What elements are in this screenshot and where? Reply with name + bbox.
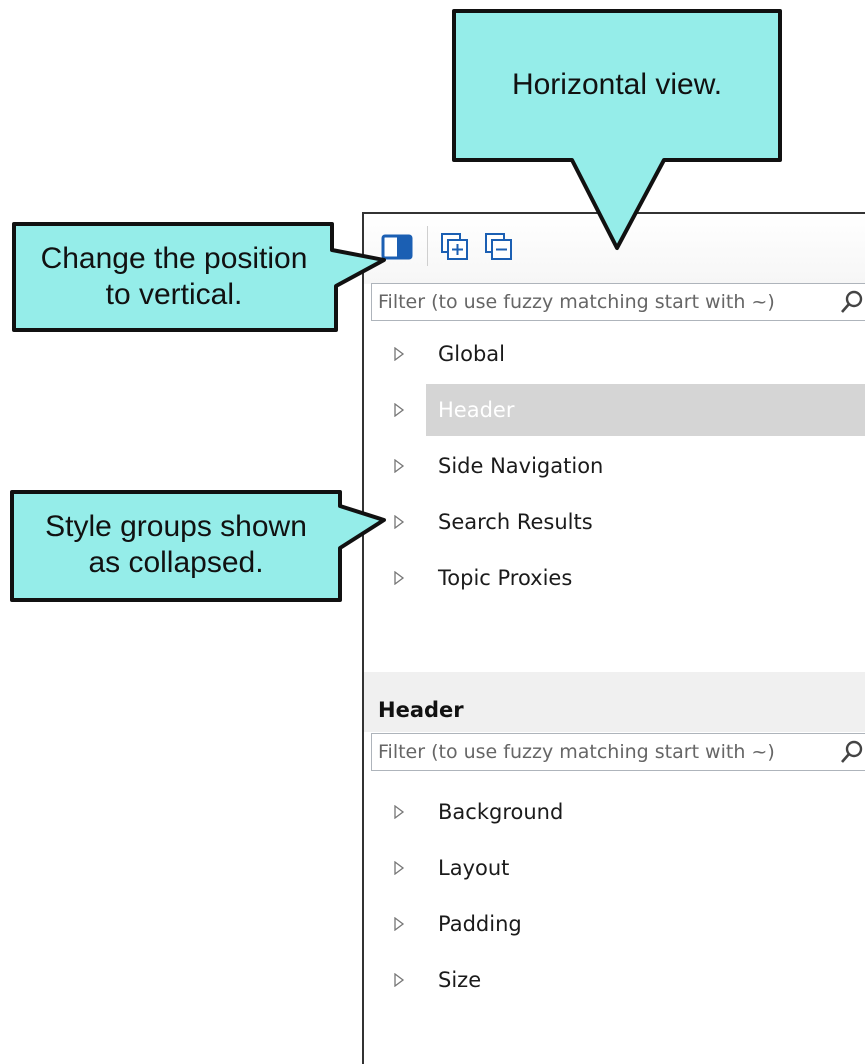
property-group-label: Size	[438, 968, 482, 992]
style-group-label: Global	[438, 342, 505, 366]
style-groups-filter[interactable]	[371, 283, 865, 321]
style-group-label: Header	[426, 384, 865, 436]
callout-text-line2: as collapsed.	[88, 546, 264, 579]
property-group-size[interactable]: Size	[384, 954, 865, 1006]
style-group-topic-proxies[interactable]: Topic Proxies	[384, 552, 865, 604]
expand-arrow-icon[interactable]	[392, 917, 406, 931]
search-icon[interactable]	[834, 735, 865, 769]
property-group-layout[interactable]: Layout	[384, 842, 865, 894]
properties-section-header: Header	[364, 672, 865, 732]
callout-text: Horizontal view.	[511, 68, 723, 101]
property-group-label: Layout	[438, 856, 510, 880]
expand-arrow-icon[interactable]	[392, 805, 406, 819]
property-group-label: Background	[438, 800, 564, 824]
properties-filter-input[interactable]	[372, 735, 834, 769]
style-group-search-results[interactable]: Search Results	[384, 496, 865, 548]
style-groups-filter-input[interactable]	[372, 285, 834, 319]
stylesheet-editor-panel: Global Header Side Navigation Search Res…	[362, 212, 865, 1064]
style-group-header[interactable]: Header	[384, 384, 865, 436]
property-group-padding[interactable]: Padding	[384, 898, 865, 950]
properties-section-title: Header	[378, 698, 464, 722]
style-group-label: Side Navigation	[438, 454, 604, 478]
style-group-label: Topic Proxies	[438, 566, 573, 590]
style-group-side-navigation[interactable]: Side Navigation	[384, 440, 865, 492]
callout-style-groups-collapsed: Style groups shown as collapsed.	[0, 0, 400, 610]
property-group-label: Padding	[438, 912, 522, 936]
style-group-label: Search Results	[438, 510, 593, 534]
callout-text-line1: Style groups shown	[45, 510, 307, 543]
style-group-global[interactable]: Global	[384, 328, 865, 380]
property-group-background[interactable]: Background	[384, 786, 865, 838]
search-icon[interactable]	[834, 285, 865, 319]
expand-arrow-icon[interactable]	[392, 973, 406, 987]
properties-filter[interactable]	[371, 733, 865, 771]
expand-arrow-icon[interactable]	[392, 861, 406, 875]
